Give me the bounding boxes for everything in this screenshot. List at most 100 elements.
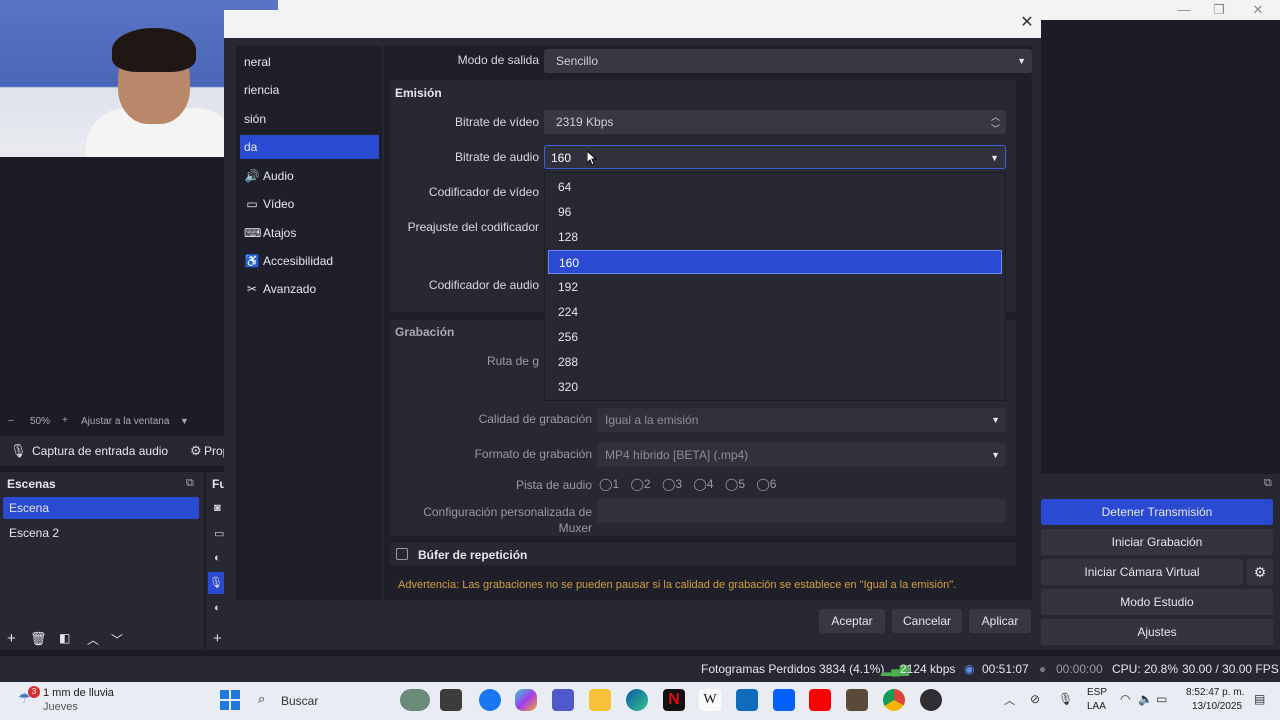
undock-icon[interactable]: ⧉ xyxy=(186,477,194,490)
audio-track-radio-1[interactable]: ◯1 xyxy=(599,477,619,491)
file-explorer-icon[interactable] xyxy=(589,689,611,711)
teams-icon[interactable] xyxy=(552,689,574,711)
camera-source-icon[interactable]: ◙ xyxy=(214,502,221,514)
studio-mode-button[interactable]: Modo Estudio xyxy=(1041,589,1273,615)
gear-icon[interactable]: ⚙ xyxy=(190,443,202,459)
browser-source-icon[interactable]: ◐ xyxy=(214,602,221,614)
audio-bitrate-select[interactable]: 160 ▼ xyxy=(544,145,1006,169)
zoom-out-button[interactable]: − xyxy=(8,416,14,427)
news-widget-icon[interactable] xyxy=(400,689,430,711)
search-icon[interactable]: ⌕ xyxy=(258,691,265,707)
recording-format-select[interactable]: MP4 híbrido [BETA] (.mp4) ▼ xyxy=(597,443,1006,467)
undock-icon[interactable]: ⧉ xyxy=(1264,477,1272,490)
replay-buffer-checkbox[interactable] xyxy=(396,548,408,560)
muxer-input[interactable] xyxy=(597,499,1006,523)
nav-item-stream[interactable]: sión xyxy=(240,107,379,131)
audio-track-radio-5[interactable]: ◯5 xyxy=(725,477,745,491)
add-source-icon[interactable]: + xyxy=(213,630,222,647)
add-scene-icon[interactable]: + xyxy=(7,630,16,647)
chevron-down-icon[interactable]: ﹀ xyxy=(111,631,123,648)
bitrate-option[interactable]: 64 xyxy=(548,175,1002,199)
trash-icon[interactable]: 🗑 xyxy=(30,631,47,647)
nav-item-audio[interactable]: 🔊 Audio xyxy=(240,164,379,188)
bitrate-option[interactable]: 256 xyxy=(548,325,1002,349)
app-icon[interactable] xyxy=(846,689,868,711)
zoom-in-button[interactable]: + xyxy=(62,415,68,426)
gear-icon[interactable]: ⚙ xyxy=(1247,559,1273,585)
scene-item-escena[interactable]: Escena xyxy=(3,497,199,519)
wifi-icon[interactable]: ◠ xyxy=(1120,692,1130,706)
audio-track-radio-4[interactable]: ◯4 xyxy=(693,477,713,491)
windows-start-icon[interactable] xyxy=(220,690,240,710)
task-view-icon[interactable] xyxy=(440,689,462,711)
store-icon[interactable] xyxy=(736,689,758,711)
network-off-icon[interactable]: ⊘ xyxy=(1030,692,1040,706)
keyboard-icon: ⌨ xyxy=(244,226,262,240)
bitrate-option[interactable]: 224 xyxy=(548,300,1002,324)
weather-text[interactable]: 1 mm de lluvia xyxy=(43,687,114,699)
start-virtual-camera-button[interactable]: Iniciar Cámara Virtual xyxy=(1041,559,1243,585)
chevron-down-icon[interactable]: ▼ xyxy=(180,416,189,426)
chevron-up-icon[interactable]: ︿ xyxy=(87,631,99,648)
nav-item-hotkeys[interactable]: ⌨ Atajos xyxy=(240,221,379,245)
nav-item-appearance[interactable]: riencia xyxy=(240,78,379,102)
accept-button[interactable]: Aceptar xyxy=(819,609,885,633)
browser-source-icon[interactable]: ◐ xyxy=(214,552,221,564)
nav-item-general[interactable]: neral xyxy=(240,50,379,74)
audio-track-radio-3[interactable]: ◯3 xyxy=(662,477,682,491)
bitrate-option[interactable]: 96 xyxy=(548,200,1002,224)
language-code[interactable]: ESP xyxy=(1087,687,1107,698)
youtube-icon[interactable] xyxy=(809,689,831,711)
close-icon[interactable]: ✕ xyxy=(1018,14,1036,32)
bitrate-option[interactable]: 320 xyxy=(548,375,1002,399)
nav-item-accessibility[interactable]: ♿ Accesibilidad xyxy=(240,249,379,273)
audio-track-radio-2[interactable]: ◯2 xyxy=(630,477,650,491)
maximize-icon[interactable]: ❐ xyxy=(1207,1,1231,19)
wikipedia-icon[interactable]: W xyxy=(699,689,721,711)
taskbar-search-input[interactable]: Buscar xyxy=(281,694,318,708)
clock-date[interactable]: 13/10/2025 xyxy=(1192,701,1242,712)
facebook-icon[interactable] xyxy=(479,689,501,711)
settings-dialog-titlebar xyxy=(224,10,1041,38)
chevron-up-icon[interactable]: ︿ xyxy=(1004,692,1015,708)
nav-item-output[interactable]: da xyxy=(240,135,379,159)
audio-track-radio-6[interactable]: ◯6 xyxy=(756,477,776,491)
dropbox-icon[interactable] xyxy=(773,689,795,711)
keyboard-layout[interactable]: LAA xyxy=(1087,701,1106,712)
start-recording-button[interactable]: Iniciar Grabación xyxy=(1041,529,1273,555)
close-window-icon[interactable]: ✕ xyxy=(1246,1,1270,19)
netflix-icon[interactable]: N xyxy=(663,689,685,711)
bitrate-option[interactable]: 192 xyxy=(548,275,1002,299)
notifications-icon[interactable]: ▤ xyxy=(1254,692,1265,706)
audio-track-radios: ◯1 ◯2 ◯3 ◯4 ◯5 ◯6 xyxy=(599,477,776,491)
output-mode-select[interactable]: Sencillo ▼ xyxy=(544,49,1032,73)
minimize-icon[interactable]: — xyxy=(1172,1,1196,19)
scene-item-escena-2[interactable]: Escena 2 xyxy=(3,522,199,544)
recording-quality-select[interactable]: Igual a la emisión ▼ xyxy=(597,408,1006,432)
scenes-title: Escenas xyxy=(7,477,56,491)
bitrate-option-selected[interactable]: 160 xyxy=(548,250,1002,274)
chevron-down-icon[interactable]: ﹀ xyxy=(991,117,1000,141)
copilot-icon[interactable] xyxy=(515,689,537,711)
settings-button[interactable]: Ajustes xyxy=(1041,619,1273,645)
cancel-button[interactable]: Cancelar xyxy=(892,609,962,633)
stop-stream-button[interactable]: Detener Transmisión xyxy=(1041,499,1273,525)
fit-window-select[interactable]: Ajustar a la ventana xyxy=(81,416,169,427)
nav-item-video[interactable]: ▭ Vídeo xyxy=(240,192,379,216)
apply-button[interactable]: Aplicar xyxy=(969,609,1031,633)
audio-source-icon[interactable]: 🎙 xyxy=(208,572,224,594)
scene-filter-icon[interactable]: ◧ xyxy=(59,631,70,645)
chrome-icon[interactable] xyxy=(883,689,905,711)
edge-icon[interactable] xyxy=(626,689,648,711)
bitrate-option[interactable]: 288 xyxy=(548,350,1002,374)
clock-time[interactable]: 8:52:47 p. m. xyxy=(1186,687,1244,698)
bitrate-option[interactable]: 128 xyxy=(548,225,1002,249)
microphone-icon[interactable]: 🎙 xyxy=(1058,692,1073,706)
battery-icon[interactable]: ▭ xyxy=(1156,692,1167,706)
obs-icon[interactable] xyxy=(920,689,942,711)
video-bitrate-spinbox[interactable]: 2319 Kbps ︿ ﹀ xyxy=(544,110,1006,134)
volume-icon[interactable]: 🔈 xyxy=(1138,692,1153,706)
display-source-icon[interactable]: ▭ xyxy=(214,527,224,540)
nav-item-advanced[interactable]: ✂ Avanzado xyxy=(240,277,379,301)
encoder-preset-label: Preajuste del codificador xyxy=(407,220,539,234)
